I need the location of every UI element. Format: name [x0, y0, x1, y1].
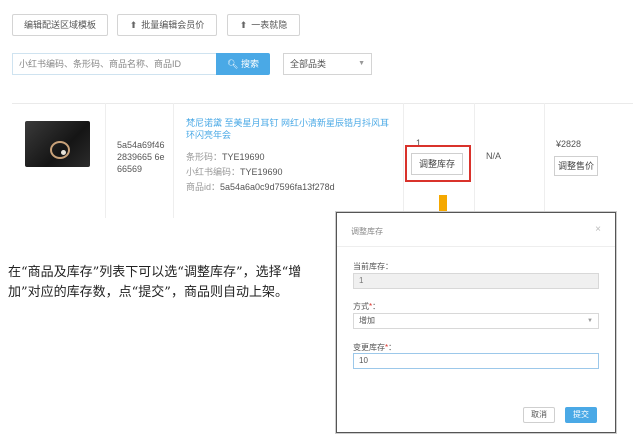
column-divider — [173, 103, 174, 218]
upload-icon: ⬆ — [129, 20, 138, 30]
sku-code: 5a54a69f462839665 6e66569 — [117, 140, 165, 174]
one-click-button[interactable]: ⬆ 一表就隐 — [227, 14, 300, 36]
edit-area-template-label: 编辑配送区域模板 — [23, 20, 96, 30]
column-divider — [105, 103, 106, 218]
modal-divider — [337, 246, 615, 247]
search-input[interactable]: 小红书编码、条形码、商品名称、商品ID — [12, 53, 217, 75]
product-id-label: 商品id： — [186, 182, 221, 192]
edit-area-template-button[interactable]: 编辑配送区域模板 — [12, 14, 108, 36]
search-placeholder: 小红书编码、条形码、商品名称、商品ID — [19, 59, 182, 69]
current-stock-field: 1 — [353, 273, 599, 289]
method-select[interactable]: 增加 ▼ — [353, 313, 599, 329]
change-stock-input[interactable]: 10 — [353, 353, 599, 369]
search-button[interactable]: 🔍︎ 搜索 — [216, 53, 270, 75]
method-label: 方式*： — [353, 302, 381, 311]
adjust-price-button[interactable]: 调整售价 — [554, 156, 598, 176]
change-stock-label-text: 变更库存 — [353, 343, 385, 352]
product-image — [25, 121, 90, 167]
category-select-value: 全部品类 — [290, 59, 327, 69]
close-icon[interactable]: × — [595, 224, 601, 235]
xhs-code-row: 小红书编码：TYE19690 — [186, 165, 283, 178]
product-title-link[interactable]: 梵尼诺黛 至美星月耳钉 网红小清新星辰锆月抖风耳环闪亮年会 — [186, 117, 396, 141]
upload-icon: ⬆ — [239, 20, 248, 30]
barcode-value: TYE19690 — [222, 152, 265, 162]
product-id-row: 商品id：5a54a6a0c9d7596fa13f278d — [186, 180, 335, 193]
column-divider — [544, 103, 545, 218]
adjust-stock-button[interactable]: 调整库存 — [411, 153, 463, 175]
barcode-row: 条形码：TYE19690 — [186, 150, 265, 163]
category-select[interactable]: 全部品类 ▼ — [283, 53, 372, 75]
instruction-text: 在“商品及库存”列表下可以选“调整库存”，选择“增加”对应的库存数，点“提交”，… — [8, 265, 302, 300]
adjust-stock-modal: 调整库存 × 当前库存： 1 方式*： 增加 ▼ 变更库存*： 10 取消 提交 — [336, 212, 616, 433]
submit-button[interactable]: 提交 — [565, 407, 597, 423]
method-select-value: 增加 — [359, 316, 375, 325]
search-button-label: 搜索 — [240, 59, 259, 69]
product-id-value: 5a54a6a0c9d7596fa13f278d — [220, 182, 335, 192]
one-click-label: 一表就隐 — [251, 20, 288, 30]
chevron-down-icon: ▼ — [358, 60, 365, 67]
xhs-code-value: TYE19690 — [240, 167, 283, 177]
xhs-code-label: 小红书编码： — [186, 167, 241, 177]
current-stock-label: 当前库存： — [353, 262, 393, 271]
change-stock-value: 10 — [359, 356, 368, 365]
column-divider — [474, 103, 475, 218]
current-stock-value: 1 — [359, 276, 364, 285]
change-stock-label: 变更库存*： — [353, 343, 397, 352]
status-value: N/A — [486, 151, 502, 161]
modal-title: 调整库存 — [351, 227, 383, 236]
batch-edit-price-label: 批量编辑会员价 — [141, 20, 205, 30]
batch-edit-price-button[interactable]: ⬆ 批量编辑会员价 — [117, 14, 217, 36]
price-value: ¥2828 — [556, 139, 582, 149]
barcode-label: 条形码： — [186, 152, 223, 162]
cancel-button[interactable]: 取消 — [523, 407, 555, 423]
method-label-text: 方式 — [353, 302, 369, 311]
chevron-down-icon: ▼ — [587, 318, 593, 324]
search-icon: 🔍︎ — [227, 59, 239, 69]
column-divider — [403, 103, 404, 218]
